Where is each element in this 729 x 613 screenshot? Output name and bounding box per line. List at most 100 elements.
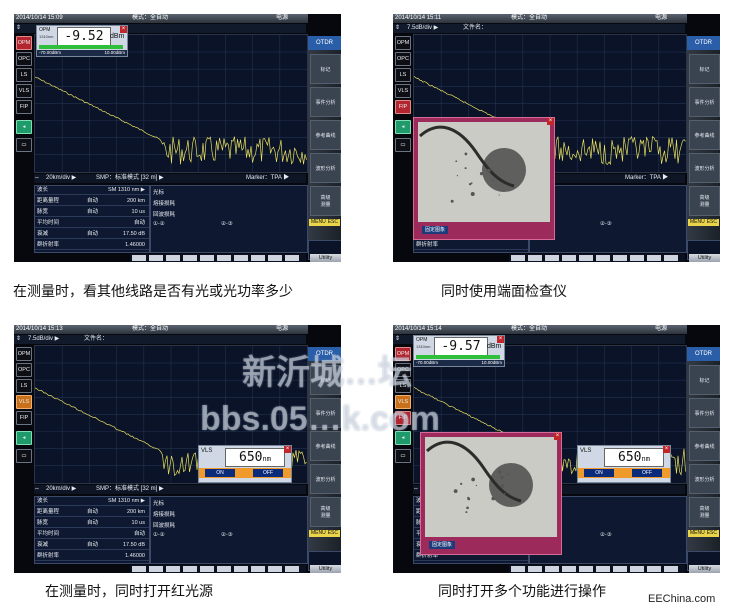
fiber-inspection-window[interactable]: 固定图象 × (420, 432, 562, 555)
smp-mode[interactable]: SMP：标准模式 [32 m] ▶ (96, 485, 164, 494)
menu-item-3[interactable]: 参考曲线 (310, 120, 341, 150)
utility-button[interactable]: Utility (689, 254, 720, 262)
table-row[interactable]: 波长 SM 1310 nm ▶ (35, 186, 149, 195)
table-row[interactable]: 平均时间 自动 (35, 219, 149, 228)
table-row[interactable]: 群折射率 1.46000 (35, 552, 149, 561)
table-row[interactable]: 距离量程 自动 200 km (35, 508, 149, 517)
utility-button[interactable]: Utility (689, 565, 720, 573)
function-button-opc[interactable]: OPC (16, 52, 32, 66)
km-per-div[interactable]: 20km/div ▶ (46, 485, 76, 494)
menu-item-5[interactable]: 高级 测量 (310, 497, 341, 527)
vls-popup[interactable]: VLS 650nm × ON OFF (577, 445, 671, 483)
utility-button[interactable]: Utility (310, 565, 341, 573)
function-button-fip[interactable]: FIP (395, 100, 411, 114)
scale-icon: ⇕ (16, 25, 22, 31)
menu-item-1[interactable]: 标记 (310, 54, 341, 84)
esc-button[interactable]: ESC (325, 219, 340, 226)
function-button-opm[interactable]: OPM (395, 36, 411, 50)
menu-item-5[interactable]: 高级 测量 (689, 186, 720, 216)
otdr-tab[interactable]: OTDR (687, 347, 720, 361)
otdr-tab[interactable]: OTDR (308, 36, 341, 50)
menu-item-2[interactable]: 事件分析 (689, 87, 720, 117)
function-button-fip[interactable]: FIP (16, 411, 32, 425)
back-arrow-icon[interactable]: ◂ (16, 120, 32, 134)
vls-off-button[interactable]: OFF (632, 469, 662, 477)
menu-item-2[interactable]: 事件分析 (689, 398, 720, 428)
vls-on-button[interactable]: ON (205, 469, 235, 477)
function-button-opc[interactable]: OPC (395, 52, 411, 66)
menu-item-4[interactable]: 波形分析 (310, 464, 341, 494)
esc-button[interactable]: ESC (704, 219, 719, 226)
setting-name: 波长 (37, 498, 49, 504)
function-button-vls[interactable]: VLS (16, 84, 32, 98)
close-icon[interactable]: × (497, 336, 504, 343)
info-a: 光标 (153, 501, 165, 507)
back-arrow-icon[interactable]: ◂ (16, 431, 32, 445)
menu-item-2[interactable]: 事件分析 (310, 87, 341, 117)
opm-popup[interactable]: OPM 1310nm -9.52 dBm × -70.00dBm 10.00dBm (36, 25, 128, 57)
status-icon (132, 255, 146, 261)
monitor-icon[interactable]: ▭ (395, 449, 411, 463)
menu-item-3[interactable]: 参考曲线 (689, 120, 720, 150)
marker-mode[interactable]: Marker：TPA ▶ (246, 174, 289, 183)
freeze-image-button[interactable]: 固定图象 (429, 541, 456, 549)
table-row[interactable]: 脉宽 自动 10 us (35, 208, 149, 217)
db-per-div[interactable]: 7.5dB/div ▶ (28, 335, 59, 344)
function-button-ls[interactable]: LS (16, 68, 32, 82)
menu-item-3[interactable]: 参考曲线 (689, 431, 720, 461)
function-button-vls[interactable]: VLS (395, 84, 411, 98)
table-row[interactable]: 距离量程 自动 200 km (35, 197, 149, 206)
table-row[interactable]: 衰减 自动 17.50 dB (35, 230, 149, 239)
utility-button[interactable]: Utility (310, 254, 341, 262)
setting-value: 200 km (126, 198, 145, 204)
fiber-end-face-image (425, 437, 557, 537)
function-button-opc[interactable]: OPC (16, 363, 32, 377)
fiber-inspection-window[interactable]: 固定图象 × (413, 117, 555, 240)
table-row[interactable]: 波长 SM 1310 nm ▶ (35, 497, 149, 506)
menu-item-5[interactable]: 高级 测量 (310, 186, 341, 216)
menu-item-1[interactable]: 标记 (689, 365, 720, 395)
status-icon (183, 255, 197, 261)
monitor-icon[interactable]: ▭ (395, 138, 411, 152)
back-arrow-icon[interactable]: ◂ (395, 120, 411, 134)
table-row[interactable]: 衰减 自动 17.50 dB (35, 541, 149, 550)
function-button-fip[interactable]: FIP (16, 100, 32, 114)
opm-popup[interactable]: OPM 1310nm -9.57 dBm × -70.00dBm 10.00dBm (413, 335, 505, 367)
db-per-div[interactable]: 7.5dB/div ▶ (407, 24, 438, 33)
menu-item-5[interactable]: 高级 测量 (689, 497, 720, 527)
esc-button[interactable]: ESC (704, 530, 719, 537)
vls-on-button[interactable]: ON (584, 469, 614, 477)
function-button-ls[interactable]: LS (395, 68, 411, 82)
menu-item-4[interactable]: 波形分析 (689, 153, 720, 183)
close-icon[interactable]: × (284, 446, 291, 453)
table-row[interactable]: 脉宽 自动 10 us (35, 519, 149, 528)
menu-item-4[interactable]: 波形分析 (689, 464, 720, 494)
vls-off-button[interactable]: OFF (253, 469, 283, 477)
function-button-ls[interactable]: LS (16, 379, 32, 393)
close-icon[interactable]: × (663, 446, 670, 453)
function-button-vls[interactable]: VLS (16, 395, 32, 409)
table-row[interactable]: 群折射率 (414, 241, 528, 250)
km-per-div[interactable]: 20km/div ▶ (46, 174, 76, 183)
otdr-tab[interactable]: OTDR (687, 36, 720, 50)
trace-header: ⇕ 7.5dB/div ▶ 文件名： (14, 335, 306, 344)
close-icon[interactable]: × (554, 433, 561, 440)
freeze-image-button[interactable]: 固定图象 (422, 226, 449, 234)
range-low: -70.00dBm (39, 50, 62, 55)
setting-name: 波长 (37, 187, 49, 193)
function-button-opm[interactable]: OPM (16, 347, 32, 361)
table-row[interactable]: 平均时间 自动 (35, 530, 149, 539)
status-icons (130, 565, 306, 573)
marker-mode[interactable]: Marker：TPA ▶ (625, 174, 668, 183)
smp-mode[interactable]: SMP：标准模式 [32 m] ▶ (96, 174, 164, 183)
close-icon[interactable]: × (547, 118, 554, 125)
close-icon[interactable]: × (120, 26, 127, 33)
esc-button[interactable]: ESC (325, 530, 340, 537)
function-button-opm[interactable]: OPM (16, 36, 32, 50)
menu-item-4[interactable]: 波形分析 (310, 153, 341, 183)
menu-item-1[interactable]: 标记 (689, 54, 720, 84)
monitor-icon[interactable]: ▭ (16, 138, 32, 152)
monitor-icon[interactable]: ▭ (16, 449, 32, 463)
table-row[interactable]: 群折射率 1.46000 (35, 241, 149, 250)
vls-popup[interactable]: VLS 650nm × ON OFF (198, 445, 292, 483)
